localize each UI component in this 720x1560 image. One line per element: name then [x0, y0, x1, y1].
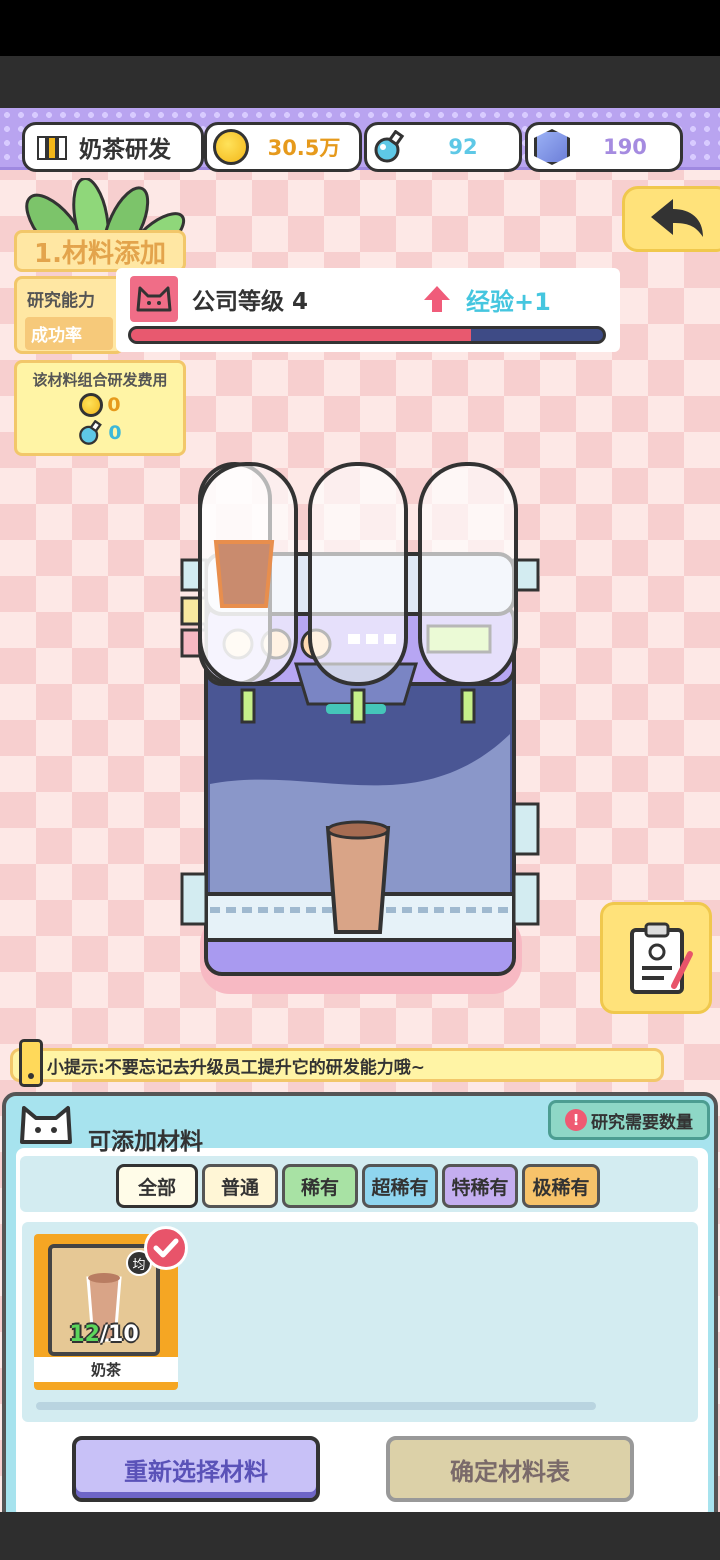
tip-bar: 小提示:不要忘记去升级员工提升它的研发能力哦~ — [10, 1039, 664, 1087]
status-bar — [0, 0, 720, 56]
milk-tea-machine — [180, 462, 540, 994]
bottom-system-bar — [0, 1512, 720, 1560]
section-label: 1.材料添加 — [14, 230, 186, 272]
back-arrow-icon — [651, 199, 703, 237]
success-label: 成功率 — [25, 317, 113, 350]
potion-counter[interactable]: 92 — [364, 122, 522, 172]
company-level-panel: 公司等级 4 经验+1 — [116, 268, 620, 352]
exclamation-icon — [19, 1039, 43, 1087]
confirm-materials-button[interactable]: 确定材料表 — [386, 1436, 634, 1502]
gem-icon — [534, 129, 570, 165]
tab-ultra-rare[interactable]: 极稀有 — [522, 1164, 600, 1208]
books-icon — [35, 132, 73, 162]
level-up-arrow-icon — [424, 286, 450, 312]
alert-icon: ! — [565, 1109, 587, 1131]
coin-value: 30.5万 — [267, 136, 341, 160]
clipboard-icon — [630, 922, 693, 994]
potion-icon — [373, 129, 407, 164]
exp-progress-bar — [128, 326, 606, 344]
research-notebook-button[interactable] — [600, 902, 712, 1014]
cost-title: 该材料组合研发费用 — [32, 371, 168, 389]
stats-panel: 研究能力 成功率 — [14, 276, 124, 354]
coin-icon — [79, 393, 104, 417]
coin-cost: 0 — [107, 394, 121, 416]
exp-progress-fill — [131, 329, 471, 341]
tab-special-rare[interactable]: 特稀有 — [442, 1164, 518, 1208]
selected-check-icon — [144, 1226, 188, 1270]
material-need-count: /10 — [99, 1322, 139, 1347]
material-name: 奶茶 — [34, 1357, 178, 1382]
research-quantity-label: 研究需要数量 — [591, 1112, 693, 1133]
material-count: 12/10 — [48, 1322, 160, 1347]
material-have-count: 12 — [69, 1322, 100, 1347]
game-screen: 奶茶研发 30.5万 92 190 1.材料添加 研究能力 成功率 公司等级 4… — [0, 108, 720, 1512]
potion-cost: 0 — [108, 422, 122, 444]
tip-text: 小提示:不要忘记去升级员工提升它的研发能力哦~ — [47, 1057, 426, 1078]
reselect-materials-button[interactable]: 重新选择材料 — [72, 1436, 320, 1502]
gem-counter[interactable]: 190 — [525, 122, 683, 172]
cat-icon — [20, 1106, 72, 1144]
research-quantity-button[interactable]: ! 研究需要数量 — [548, 1100, 710, 1140]
potion-icon — [79, 420, 103, 445]
coin-icon — [213, 129, 249, 165]
potion-value: 92 — [448, 135, 478, 159]
page-title: 奶茶研发 — [79, 137, 171, 163]
ability-label: 研究能力 — [27, 291, 95, 311]
horizontal-scrollbar[interactable] — [36, 1402, 596, 1410]
top-system-bar — [0, 56, 720, 108]
exp-gain-text: 经验+1 — [466, 288, 551, 316]
company-level-text: 公司等级 4 — [192, 289, 309, 315]
materials-title: 可添加材料 — [88, 1129, 203, 1155]
tab-super-rare[interactable]: 超稀有 — [362, 1164, 438, 1208]
tab-rare[interactable]: 稀有 — [282, 1164, 358, 1208]
gem-value: 190 — [603, 135, 647, 159]
coin-counter[interactable]: 30.5万 — [204, 122, 362, 172]
research-cost-panel: 该材料组合研发费用 0 0 — [14, 360, 186, 456]
cat-logo-icon — [130, 276, 178, 322]
back-button[interactable] — [622, 186, 720, 252]
title-pill: 奶茶研发 — [22, 122, 204, 172]
tab-all[interactable]: 全部 — [116, 1164, 198, 1208]
tab-normal[interactable]: 普通 — [202, 1164, 278, 1208]
